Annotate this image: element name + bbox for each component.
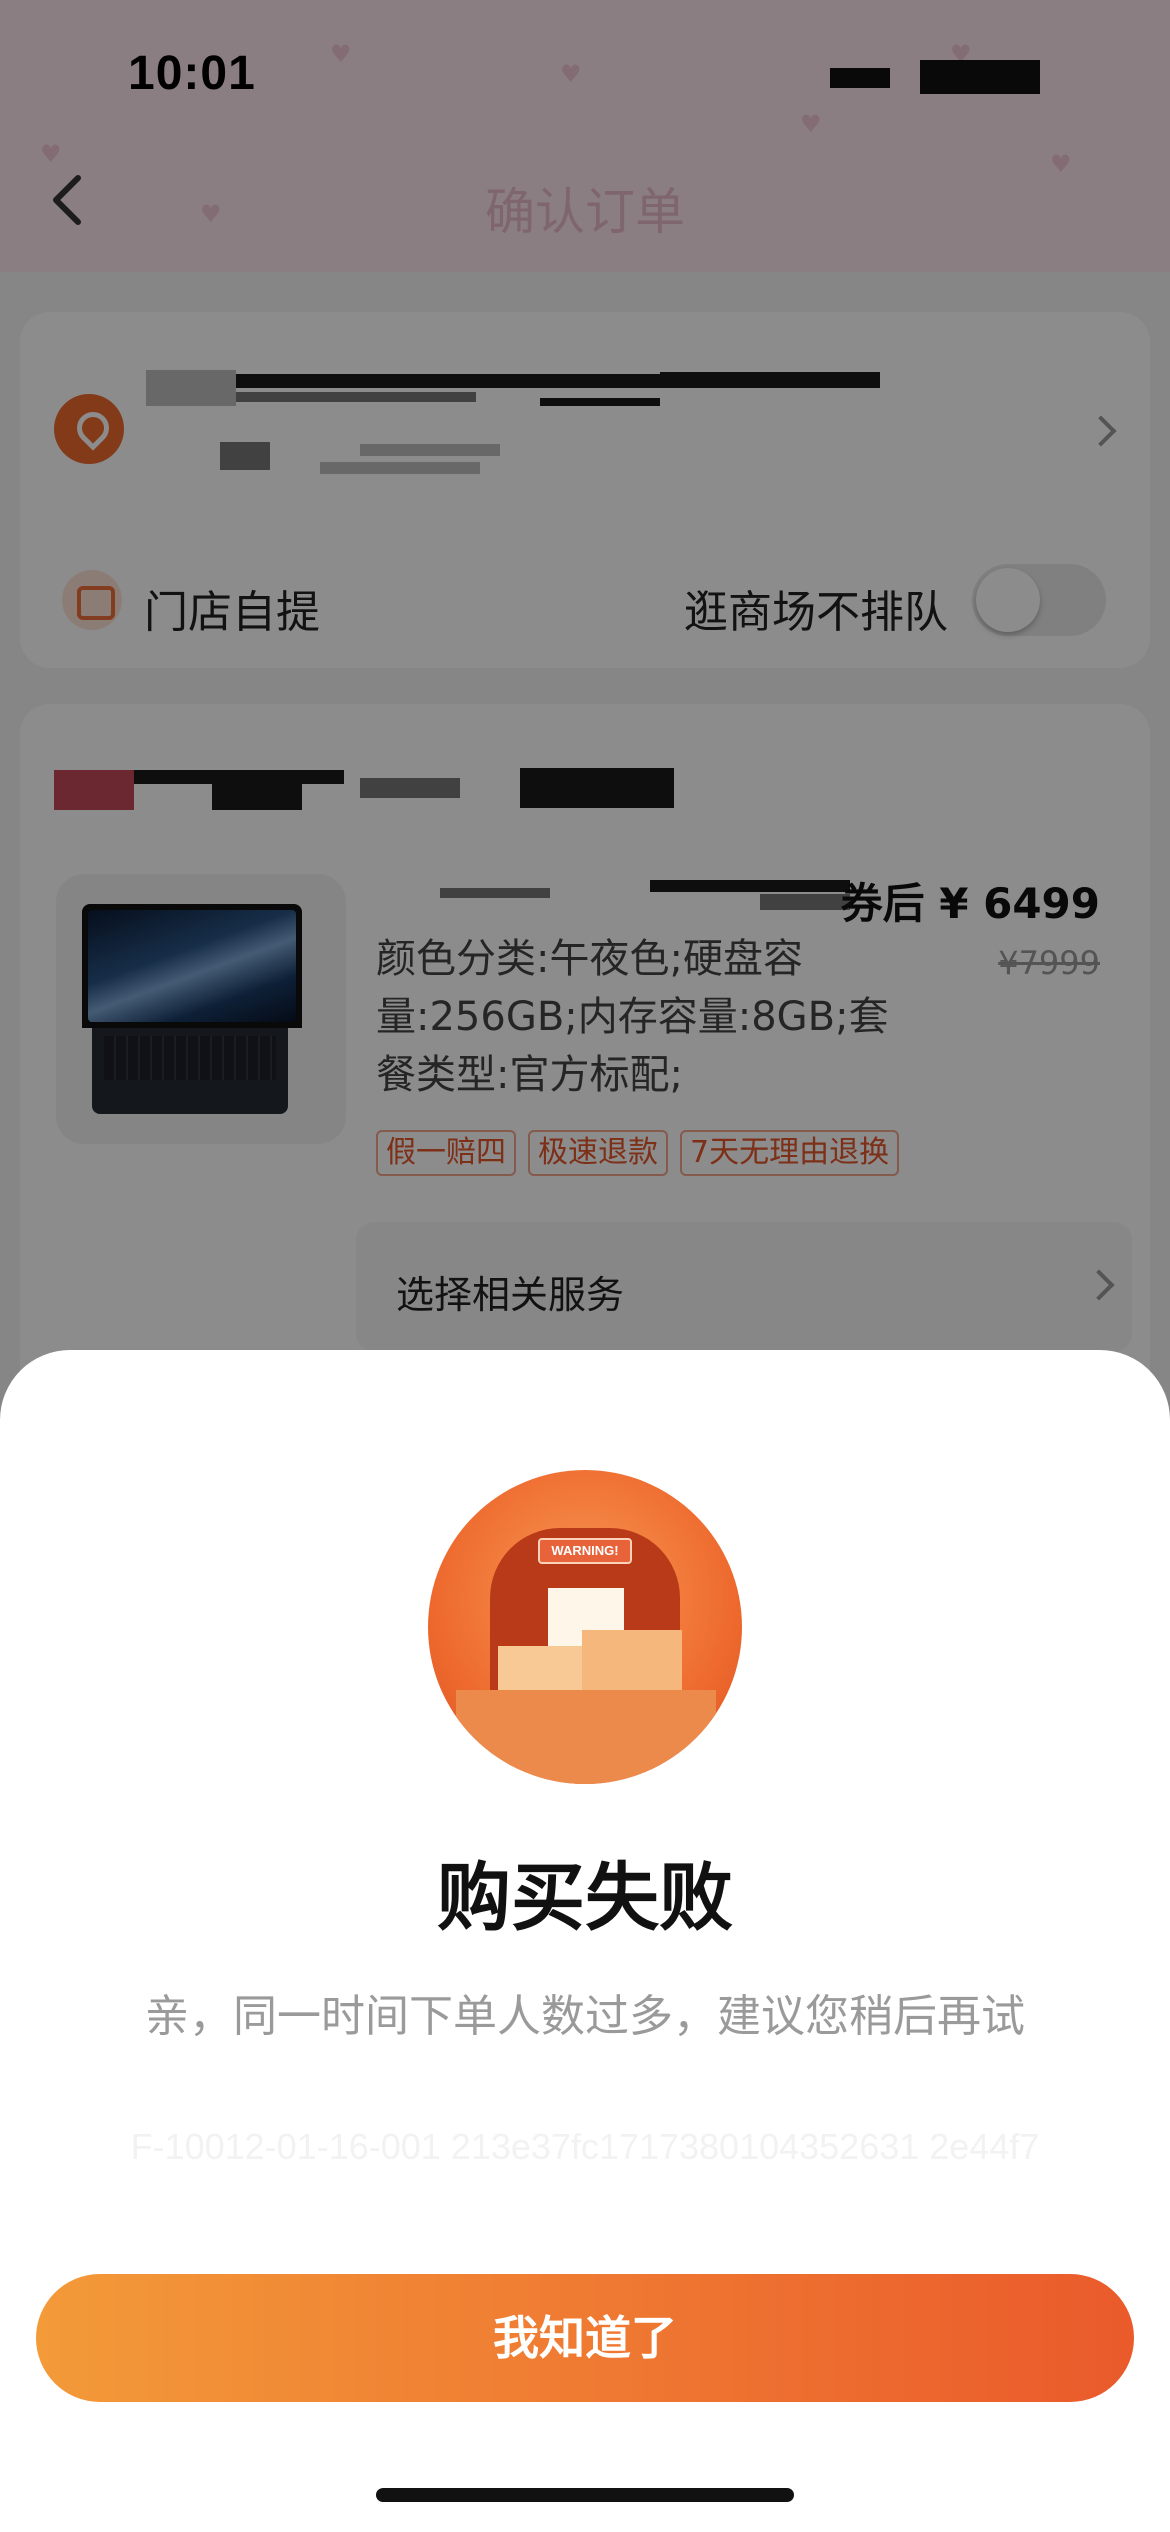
sheet-title: 购买失败 (437, 1855, 733, 1941)
order-confirm-page: ♥ ♥ ♥ ♥ ♥ ♥ ♥ 10:01 确认订单 门店自提 逛商场不排队 券后 … (0, 0, 1170, 2532)
purchase-failed-sheet: WARNING! 购买失败 亲，同一时间下单人数过多，建议您稍后再试 F-100… (0, 1350, 1170, 2532)
warning-illustration: WARNING! (428, 1470, 742, 1784)
sheet-message: 亲，同一时间下单人数过多，建议您稍后再试 (145, 1991, 1025, 2042)
home-indicator (376, 2488, 794, 2502)
error-code: F-10012-01-16-001 213e37fc17173801043526… (130, 2126, 1040, 2167)
illustration-box (456, 1690, 716, 1784)
warning-sign: WARNING! (538, 1538, 632, 1564)
confirm-button[interactable]: 我知道了 (36, 2274, 1134, 2402)
